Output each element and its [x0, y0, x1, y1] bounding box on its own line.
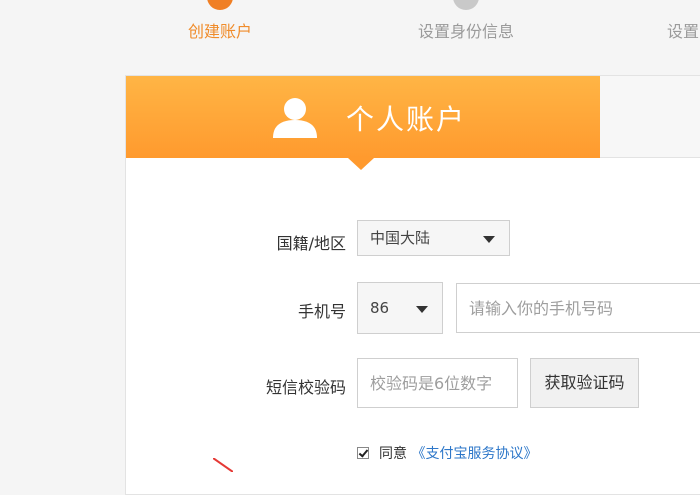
tab-other-account[interactable] — [600, 76, 700, 158]
nationality-value: 中国大陆 — [370, 229, 431, 247]
agree-text: 同意 — [379, 446, 407, 462]
agreement-row: 同意 《支付宝服务协议》 — [357, 443, 537, 463]
user-icon — [273, 98, 317, 138]
tab-label: 个人账户 — [346, 103, 467, 136]
step-settings: 设置 — [667, 0, 699, 41]
sms-code-input[interactable] — [357, 358, 518, 408]
nationality-label: 国籍/地区 — [276, 234, 346, 253]
tab-personal-account[interactable]: 个人账户 — [126, 76, 600, 170]
step-create-account: 创建账户 — [188, 0, 252, 41]
phone-input[interactable] — [456, 283, 700, 333]
service-agreement-link[interactable]: 《支付宝服务协议》 — [411, 446, 537, 462]
step-label: 设置 — [667, 22, 700, 41]
step-label: 创建账户 — [188, 22, 253, 41]
country-code-value: 86 — [370, 299, 390, 317]
step-label: 设置身份信息 — [418, 22, 515, 41]
get-code-button[interactable]: 获取验证码 — [530, 358, 639, 408]
step-indicator-dot — [207, 0, 233, 10]
chevron-down-icon — [416, 306, 428, 313]
nationality-select[interactable]: 中国大陆 — [357, 220, 510, 256]
agree-checkbox[interactable] — [357, 447, 369, 459]
phone-label: 手机号 — [297, 302, 346, 321]
step-indicator-dot — [453, 0, 479, 10]
step-identity-info: 设置身份信息 — [418, 0, 514, 41]
chevron-down-icon — [483, 236, 495, 243]
country-code-select[interactable]: 86 — [357, 282, 443, 334]
sms-code-label: 短信校验码 — [265, 378, 346, 397]
